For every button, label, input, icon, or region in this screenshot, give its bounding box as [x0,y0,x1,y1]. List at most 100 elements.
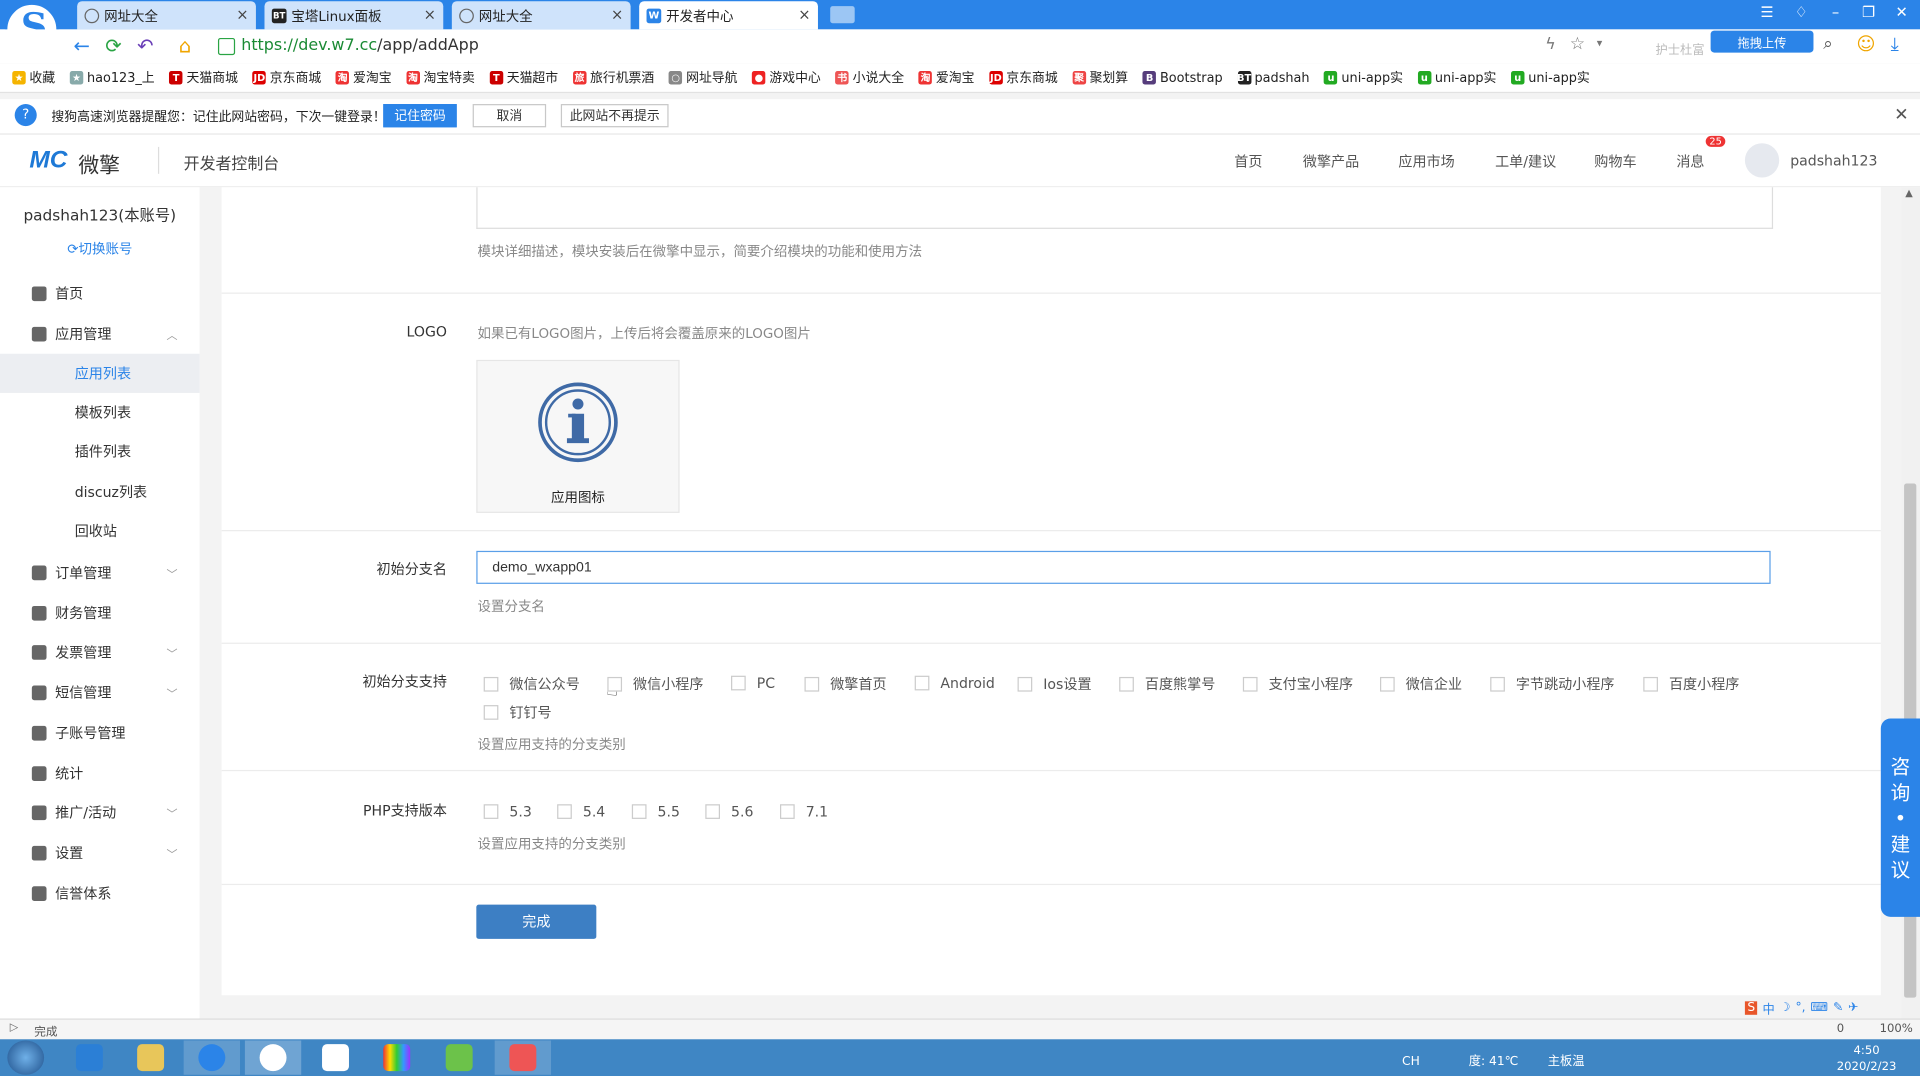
nav-home[interactable]: 首页 [1234,152,1262,172]
bookmark-item[interactable]: 淘爱淘宝 [918,69,974,87]
branch-support-checkbox[interactable]: 百度小程序 [1643,674,1739,694]
bookmark-item[interactable]: ★ hao123_上 [69,69,155,87]
bookmark-item[interactable]: u uni-app实 [1324,69,1403,87]
download-icon[interactable]: ⤓ [1891,33,1899,55]
php-version-checkbox[interactable]: 5.5 [631,803,680,820]
close-icon[interactable]: × [611,6,623,23]
php-version-checkbox[interactable]: 5.3 [483,803,532,820]
browser-tab-active[interactable]: W 开发者中心 × [639,1,818,30]
sidebar-item[interactable]: 财务管理 [0,594,200,633]
branch-support-checkbox[interactable]: 字节跳动小程序 [1490,674,1614,694]
home-icon[interactable]: ⌂ [179,34,191,57]
search-icon[interactable]: ⌕ [1823,34,1833,54]
window-close-icon[interactable]: ✕ [1891,4,1913,21]
bookmark-item[interactable]: 淘淘宝特卖 [406,69,475,87]
start-button[interactable] [7,1040,45,1075]
bookmark-item[interactable]: T 天猫超市 [489,69,558,87]
nav-messages[interactable]: 消息 [1676,152,1704,172]
bookmark-item[interactable]: 淘爱淘宝 [335,69,392,87]
nav-market[interactable]: 应用市场 [1398,152,1454,172]
branch-support-checkbox[interactable]: 百度熊掌号 [1119,674,1215,694]
nav-cart[interactable]: 购物车 [1594,152,1636,172]
php-version-checkbox[interactable]: 5.4 [557,803,605,820]
drag-upload-button[interactable]: 拖拽上传 [1710,30,1814,53]
recorder-taskbar-icon[interactable] [494,1040,552,1075]
bookmark-item[interactable]: T 天猫商城 [169,69,238,87]
browser-tab[interactable]: 网址大全 × [451,1,631,30]
sidebar-item[interactable]: 订单管理 ﹀ [0,553,200,592]
browser-taskbar-icon[interactable] [183,1040,241,1075]
skin-icon[interactable]: ♢ [1790,4,1812,21]
sidebar-item[interactable]: 首页 [0,274,200,313]
header-username[interactable]: padshah123 [1790,152,1877,169]
branch-support-checkbox[interactable]: PC [731,674,775,692]
sidebar-item[interactable]: 信誉体系 [0,874,200,913]
bookmark-item[interactable]: 书小说大全 [835,69,904,87]
clock[interactable]: 4:50 2020/2/23 [1837,1043,1897,1075]
php-version-checkbox[interactable]: 7.1 [780,803,828,820]
branch-name-input[interactable] [476,550,1771,584]
minimize-icon[interactable]: – [1824,4,1846,21]
scroll-up-icon[interactable]: ▲ [1905,187,1913,198]
bookmark-item[interactable]: JD 京东商城 [989,69,1058,87]
undo-icon[interactable]: ↶ [137,34,153,57]
ie-taskbar-icon[interactable] [61,1041,117,1075]
cancel-button[interactable]: 取消 [472,104,547,128]
lightning-icon[interactable]: ϟ [1545,35,1556,53]
back-icon[interactable]: ← [73,34,89,57]
brand-name[interactable]: 微擎 [78,148,120,178]
nav-products[interactable]: 微擎产品 [1303,152,1359,172]
star-icon[interactable]: ☆ [1570,34,1585,54]
explorer-taskbar-icon[interactable] [122,1041,178,1075]
bookmark-item[interactable]: ★ 收藏 [12,69,55,87]
refresh-icon[interactable]: ⟳ [105,34,121,57]
close-icon[interactable]: ✕ [1894,105,1908,125]
branch-support-checkbox[interactable]: 钉钉号 [483,703,552,723]
bookmark-item[interactable]: 旅旅行机票酒 [572,69,654,87]
menu-icon[interactable]: ☰ [1756,4,1778,21]
close-icon[interactable]: × [236,6,248,23]
url-field[interactable]: https://dev.w7.cc/app/addApp [241,37,479,55]
branch-support-checkbox[interactable]: 微信小程序 [607,674,703,694]
sidebar-item[interactable]: 模板列表 [0,393,200,432]
smiley-icon[interactable]: ☺ [1856,33,1875,55]
sidebar-item[interactable]: 插件列表 [0,432,200,471]
sidebar-item[interactable]: 推广/活动 ﹀ [0,793,200,832]
color-taskbar-icon[interactable] [369,1041,425,1075]
never-prompt-button[interactable]: 此网站不再提示 [560,104,669,128]
branch-support-checkbox[interactable]: Android [914,674,995,692]
php-version-checkbox[interactable]: 5.6 [705,803,753,820]
branch-support-checkbox[interactable]: Ios设置 [1017,674,1092,694]
close-icon[interactable]: × [424,6,436,23]
sidebar-item[interactable]: 短信管理 ﹀ [0,673,200,712]
app-taskbar-icon[interactable] [307,1041,363,1075]
new-tab-button[interactable] [830,6,855,24]
browser-tab[interactable]: 网址大全 × [77,1,256,30]
switch-account-link[interactable]: ⟳切换账号 [0,239,200,259]
consult-float-button[interactable]: 咨询 • 建议 [1880,718,1920,917]
sidebar-item[interactable]: 设置 ﹀ [0,834,200,873]
sogou-taskbar-icon[interactable] [244,1040,302,1075]
bookmark-item[interactable]: JD 京东商城 [252,69,321,87]
description-textarea[interactable] [476,187,1774,229]
branch-support-checkbox[interactable]: 微信企业 [1380,674,1462,694]
sidebar-item[interactable]: 统计 [0,754,200,793]
logo-upload[interactable]: 应用图标 [476,359,680,513]
branch-support-checkbox[interactable]: 微擎首页 [804,674,887,694]
bookmark-item[interactable]: ○ 网址导航 [668,69,738,87]
chevron-down-icon[interactable]: ▾ [1597,38,1603,50]
zoom-level[interactable]: 100% [1880,1022,1913,1035]
sidebar-item[interactable]: discuz列表 [0,473,200,512]
ime-toolbar[interactable]: S 中 ☽ °, ⌨ ✎ ✈ [1744,998,1920,1018]
bookmark-item[interactable]: u uni-app实 [1417,69,1496,87]
branch-support-checkbox[interactable]: 支付宝小程序 [1242,674,1353,694]
branch-support-checkbox[interactable]: 微信公众号 [483,674,580,694]
avatar[interactable] [1744,143,1780,178]
sidebar-item[interactable]: 发票管理 ﹀ [0,633,200,672]
search-box-hint[interactable]: 护士杜富 [1656,39,1705,57]
bookmark-item[interactable]: u uni-app实 [1511,69,1590,87]
sidebar-item[interactable]: 回收站 [0,512,200,551]
close-icon[interactable]: × [798,6,810,23]
sidebar-item[interactable]: 应用管理 ︿ [0,315,200,354]
bookmark-item[interactable]: 聚聚划算 [1072,69,1128,87]
